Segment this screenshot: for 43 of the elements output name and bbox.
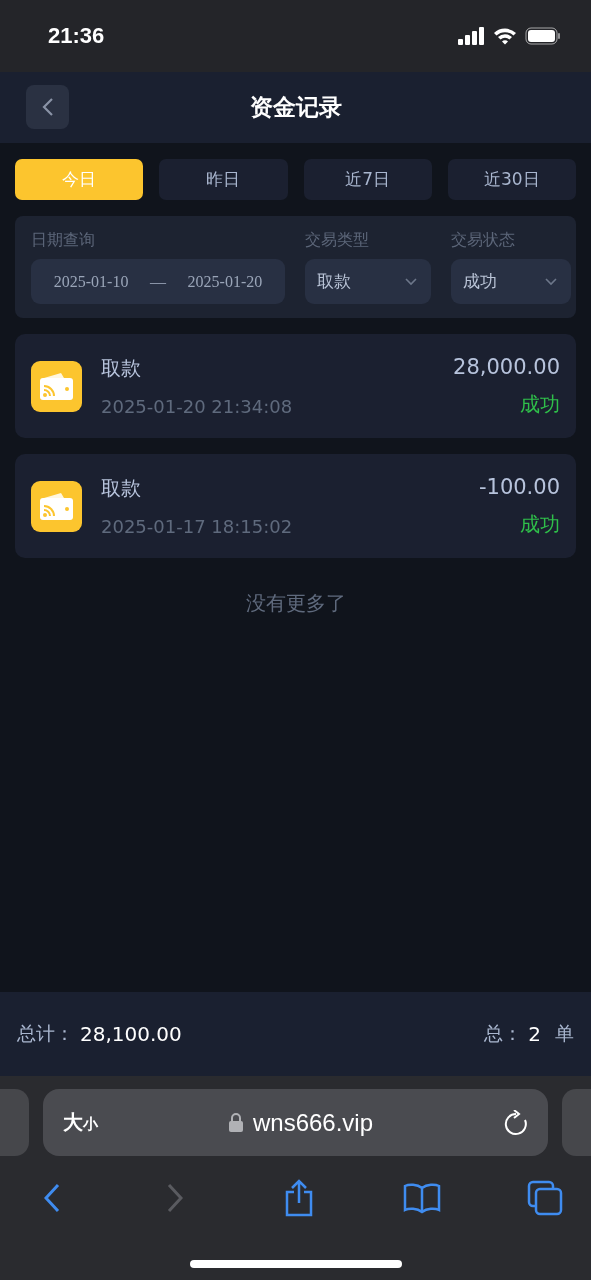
wallet-icon [31, 360, 82, 412]
lock-icon [228, 1113, 243, 1132]
filter-label: 交易类型 [305, 230, 370, 251]
signal-icon [458, 27, 485, 45]
type-select[interactable]: 取款 [305, 259, 431, 304]
total-value: 28,100.00 [80, 1022, 182, 1046]
date-tab[interactable]: 近30日 [447, 159, 576, 200]
count-label: 总： [484, 1021, 523, 1046]
count-unit: 单 [555, 1021, 574, 1046]
record-status: 成功 [520, 510, 560, 538]
reload-icon[interactable] [504, 1109, 528, 1136]
filter-label: 交易状态 [451, 230, 516, 251]
wallet-icon [31, 480, 82, 532]
chevron-down-icon [405, 277, 417, 286]
record-title: 取款 [101, 475, 142, 502]
date-tab[interactable]: 昨日 [159, 159, 288, 200]
date-range-field[interactable]: 2025-01-10 — 2025-01-20 [31, 259, 285, 304]
record-amount: 28,000.00 [453, 354, 560, 379]
text-size-button[interactable]: 大小 [63, 1109, 98, 1136]
record-time: 2025-01-17 18:15:02 [101, 516, 294, 537]
url-text: wns666.vip [252, 1108, 374, 1137]
filter-label: 日期查询 [31, 230, 96, 251]
record-title: 取款 [101, 355, 142, 382]
back-button[interactable] [26, 85, 69, 129]
wifi-icon [493, 27, 517, 45]
record-time: 2025-01-20 21:34:08 [101, 396, 294, 417]
chevron-right-icon [167, 1183, 184, 1213]
date-tab[interactable]: 近7日 [303, 159, 432, 200]
end-note: 没有更多了 [245, 590, 346, 617]
record-amount: -100.00 [478, 474, 560, 499]
chevron-left-icon [41, 97, 54, 117]
battery-icon [525, 27, 561, 45]
page-title: 资金记录 [249, 93, 342, 122]
status-select[interactable]: 成功 [451, 259, 571, 304]
count-value: 2 [528, 1022, 541, 1046]
record-status: 成功 [520, 390, 560, 418]
chevron-left-icon [44, 1183, 60, 1213]
chevron-down-icon [545, 277, 557, 286]
address-bar[interactable]: 大小 wns666.vip [43, 1089, 548, 1156]
status-time: 21:36 [48, 23, 105, 49]
total-label: 总计： [17, 1021, 74, 1046]
record-card[interactable]: 取款 2025-01-20 21:34:08 28,000.00 成功 [15, 334, 576, 438]
record-card[interactable]: 取款 2025-01-17 18:15:02 -100.00 成功 [15, 454, 576, 558]
